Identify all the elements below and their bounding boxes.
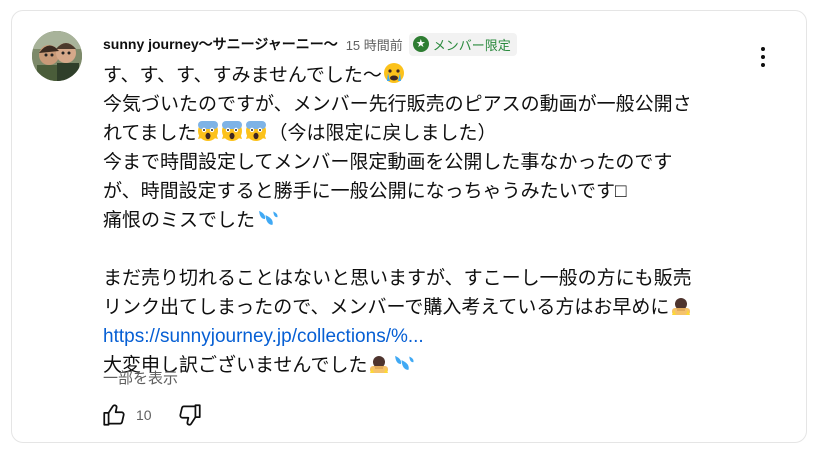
- screaming-face-emoji: [222, 121, 243, 141]
- comment-line-text: す、す、す、すみませんでした〜: [103, 65, 382, 86]
- more-vert-icon: [761, 47, 765, 51]
- sweat-droplets-emoji: [259, 210, 278, 225]
- collection-link[interactable]: https://sunnyjourney.jp/collections/%...: [103, 326, 424, 347]
- comment-card: sunny journey〜サニージャーニー〜 15 時間前 ★ メンバー限定 …: [11, 10, 807, 443]
- thumbs-up-icon: [103, 404, 125, 426]
- comment-line-text: まだ売り切れることはないと思いますが、すこーし一般の方にも販売: [103, 268, 692, 289]
- member-only-badge: ★ メンバー限定: [408, 32, 517, 56]
- show-less-button[interactable]: 一部を表示: [103, 367, 178, 388]
- like-button[interactable]: [98, 399, 130, 431]
- comment-line: まだ売り切れることはないと思いますが、すこーし一般の方にも販売: [103, 264, 733, 293]
- comment-line-text: 痛恨のミスでした: [103, 210, 256, 231]
- comment-line: 今気づいたのですが、メンバー先行販売のピアスの動画が一般公開さ: [103, 90, 733, 119]
- bowing-person-emoji: [370, 356, 389, 373]
- comment-line: リンク出てしまったので、メンバーで購入考えている方はお早めに: [103, 293, 733, 322]
- like-count: 10: [136, 407, 152, 423]
- comment-line-text: 今気づいたのですが、メンバー先行販売のピアスの動画が一般公開さ: [103, 94, 692, 115]
- comment-line-text: 今まで時間設定してメンバー限定動画を公開した事なかったのです: [103, 152, 673, 173]
- comment-line: 今まで時間設定してメンバー限定動画を公開した事なかったのです: [103, 148, 733, 177]
- comment-line: が、時間設定すると勝手に一般公開になっちゃうみたいです□: [103, 177, 733, 206]
- comment-line: す、す、す、すみませんでした〜: [103, 61, 733, 90]
- more-vert-icon-dot: [761, 55, 765, 59]
- member-star-icon: ★: [412, 36, 429, 52]
- comment-line-text: （今は限定に戻しました）: [268, 123, 497, 144]
- comment-line-text: が、時間設定すると勝手に一般公開になっちゃうみたいです□: [103, 181, 627, 202]
- crying-face-emoji: [383, 63, 404, 83]
- bowing-person-emoji: [672, 298, 691, 315]
- more-vert-icon-dot: [761, 63, 765, 67]
- comment-text: す、す、す、すみませんでした〜 今気づいたのですが、メンバー先行販売のピアスの動…: [103, 61, 733, 380]
- comment-line: 痛恨のミスでした: [103, 206, 733, 235]
- comment-line-text: れてました: [103, 123, 197, 144]
- comment-header: sunny journey〜サニージャーニー〜 15 時間前 ★ メンバー限定: [103, 31, 517, 57]
- comment-line: れてました （今は限定に戻しました）: [103, 119, 733, 148]
- thumbs-down-icon: [179, 404, 201, 426]
- screaming-face-emoji: [198, 121, 219, 141]
- comment-time[interactable]: 15 時間前: [346, 35, 403, 54]
- author-name[interactable]: sunny journey〜サニージャーニー〜: [103, 34, 338, 54]
- comment-line-text: リンク出てしまったので、メンバーで購入考えている方はお早めに: [103, 297, 670, 318]
- dislike-button[interactable]: [174, 399, 206, 431]
- more-options-button[interactable]: [747, 39, 779, 75]
- member-badge-label: メンバー限定: [432, 37, 511, 53]
- comment-line: https://sunnyjourney.jp/collections/%...: [103, 322, 733, 351]
- screaming-face-emoji: [246, 121, 267, 141]
- avatar[interactable]: [32, 31, 82, 81]
- sweat-droplets-emoji: [395, 355, 415, 370]
- comment-line: 大変申し訳ございませんでした: [103, 351, 733, 380]
- avatar-photo: [32, 31, 82, 81]
- comment-actions: 10: [98, 399, 206, 431]
